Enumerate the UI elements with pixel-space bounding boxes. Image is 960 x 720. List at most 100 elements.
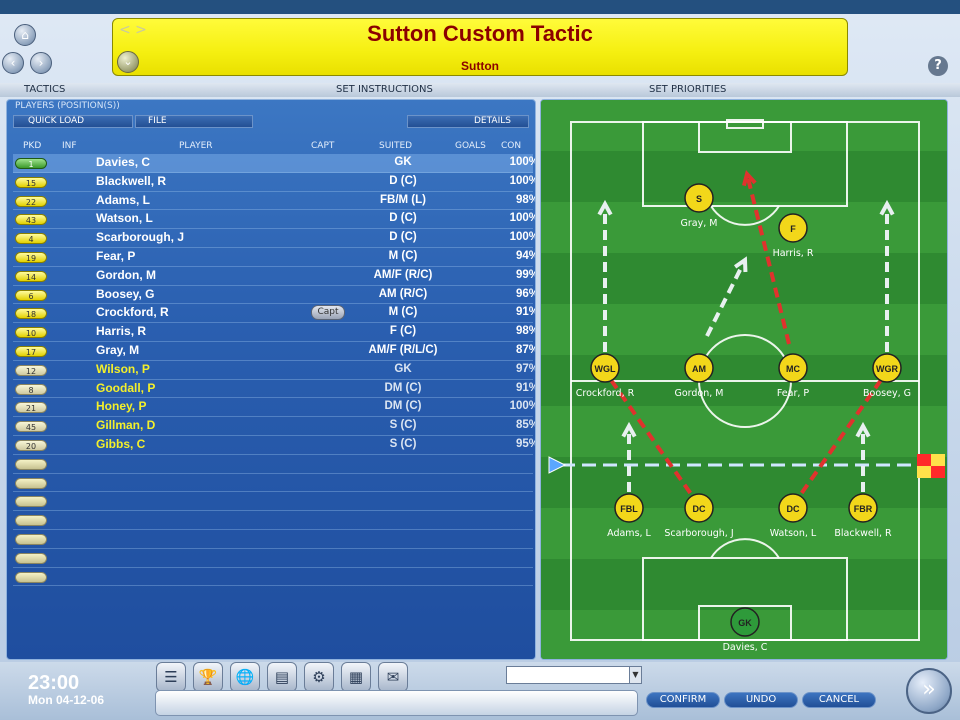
help-icon[interactable]: ? [928, 56, 948, 76]
col-pkd[interactable]: PKD [23, 141, 41, 151]
pkd-badge[interactable]: 20 [15, 439, 47, 451]
pkd-badge[interactable] [15, 496, 47, 508]
table-row[interactable]: 45 Gillman, D S (C) 85% [13, 417, 535, 436]
tactics-icon[interactable]: ▦ [341, 662, 371, 692]
col-con[interactable]: CON [501, 141, 521, 151]
player-condition: 95% [515, 437, 535, 450]
pkd-badge[interactable]: 12 [15, 364, 47, 376]
player-name[interactable]: Boosey, G [96, 287, 154, 301]
chevron-down-icon[interactable]: ▼ [629, 667, 641, 683]
confirm-button[interactable]: CONFIRM [646, 692, 720, 708]
col-suited[interactable]: SUITED [379, 141, 412, 151]
col-capt[interactable]: CAPT [311, 141, 334, 151]
tab-set-instructions[interactable]: SET INSTRUCTIONS [336, 83, 433, 97]
pkd-badge[interactable]: 15 [15, 176, 47, 188]
globe-icon[interactable]: 🌐 [230, 662, 260, 692]
search-dropdown[interactable]: ▼ [506, 666, 642, 684]
table-row[interactable]: 8 Goodall, P DM (C) 91% [13, 380, 535, 399]
forward-icon[interactable]: › [30, 52, 52, 74]
empty-row[interactable] [13, 530, 533, 549]
pkd-badge[interactable]: 14 [15, 270, 47, 282]
tactics-pitch[interactable]: S Gray, M F Harris, R WGL Crockford, R AM Gordo… [540, 99, 948, 660]
pkd-badge[interactable]: 19 [15, 251, 47, 263]
back-icon[interactable]: ‹ [2, 52, 24, 74]
continue-button[interactable]: » [906, 668, 952, 714]
tab-set-priorities[interactable]: SET PRIORITIES [649, 83, 726, 97]
player-name[interactable]: Honey, P [96, 399, 146, 413]
player-name[interactable]: Gibbs, C [96, 437, 145, 451]
empty-row[interactable] [13, 474, 533, 493]
empty-row[interactable] [13, 511, 533, 530]
player-name[interactable]: Scarborough, J [96, 230, 184, 244]
pkd-badge[interactable] [15, 552, 47, 564]
pkd-badge[interactable] [15, 571, 47, 583]
home-icon[interactable]: ⌂ [14, 24, 36, 46]
undo-button[interactable]: UNDO [724, 692, 798, 708]
player-name[interactable]: Blackwell, R [96, 174, 166, 188]
table-row[interactable]: 21 Honey, P DM (C) 100% [13, 398, 535, 418]
empty-row[interactable] [13, 492, 533, 512]
pkd-badge[interactable]: 4 [15, 233, 47, 245]
cancel-button[interactable]: CANCEL [802, 692, 876, 708]
col-player[interactable]: PLAYER [179, 141, 213, 151]
table-row[interactable]: 22 Adams, L FB/M (L) 98% [13, 192, 535, 211]
table-row[interactable]: 17 Gray, M AM/F (R/L/C) 87% [13, 342, 535, 361]
player-name[interactable]: Goodall, P [96, 381, 155, 395]
col-goals[interactable]: GOALS [455, 141, 486, 151]
player-name[interactable]: Watson, L [96, 211, 153, 225]
col-inf[interactable]: INF [62, 141, 77, 151]
pkd-badge[interactable]: 1 [15, 158, 47, 169]
table-row[interactable]: 14 Gordon, M AM/F (R/C) 99% [13, 267, 535, 286]
empty-row[interactable] [13, 455, 533, 474]
document-icon[interactable]: ▤ [267, 662, 297, 692]
pkd-badge[interactable]: 43 [15, 214, 47, 226]
player-name[interactable]: Gordon, M [96, 268, 156, 282]
empty-row[interactable] [13, 568, 533, 587]
player-name[interactable]: Crockford, R [96, 305, 169, 319]
player-name[interactable]: Harris, R [96, 324, 146, 338]
table-row[interactable]: 43 Watson, L D (C) 100% [13, 210, 535, 230]
table-row[interactable]: 15 Blackwell, R D (C) 100% [13, 173, 535, 192]
player-condition: 87% [515, 343, 535, 356]
quick-load-button[interactable]: QUICK LOAD [13, 115, 133, 128]
news-icon[interactable]: ☰ [156, 662, 186, 692]
player-name[interactable]: Wilson, P [96, 362, 150, 376]
details-button[interactable]: DETAILS [407, 115, 529, 128]
pkd-badge[interactable] [15, 458, 47, 470]
table-row[interactable]: 10 Harris, R F (C) 98% [13, 323, 535, 342]
player-condition: 91% [515, 381, 535, 394]
mail-icon[interactable]: ✉ [378, 662, 408, 692]
table-row[interactable]: 12 Wilson, P GK 97% [13, 361, 535, 380]
table-row[interactable]: 6 Boosey, G AM (R/C) 96% [13, 286, 535, 305]
tab-tactics[interactable]: TACTICS [24, 83, 65, 97]
pkd-badge[interactable]: 45 [15, 421, 47, 433]
file-button[interactable]: FILE [135, 115, 253, 128]
pkd-badge[interactable]: 10 [15, 327, 47, 339]
player-name[interactable]: Fear, P [96, 249, 135, 263]
player-name[interactable]: Davies, C [96, 155, 150, 169]
table-row[interactable]: 19 Fear, P M (C) 94% [13, 248, 535, 267]
pkd-badge[interactable]: 8 [15, 383, 47, 395]
pkd-badge[interactable]: 21 [15, 402, 47, 414]
pkd-badge[interactable]: 17 [15, 345, 47, 357]
pitch-stripe [541, 559, 947, 610]
player-name[interactable]: Adams, L [96, 193, 150, 207]
pkd-badge[interactable] [15, 533, 47, 545]
table-row[interactable]: 1 Davies, C GK 100% [13, 154, 535, 173]
trophy-icon[interactable]: 🏆 [193, 662, 223, 692]
table-row[interactable]: 20 Gibbs, C S (C) 95% [13, 436, 535, 455]
pkd-badge[interactable]: 6 [15, 289, 47, 301]
table-row[interactable]: 18 Crockford, R Capt M (C) 91% [13, 304, 535, 324]
player-name[interactable]: Gray, M [96, 343, 139, 357]
player-suited: D (C) [389, 212, 417, 225]
pkd-badge[interactable]: 22 [15, 195, 47, 207]
captain-badge[interactable]: Capt [311, 305, 345, 321]
table-row[interactable]: 4 Scarborough, J D (C) 100% [13, 229, 535, 248]
club-name[interactable]: Sutton [113, 59, 847, 73]
player-name[interactable]: Gillman, D [96, 418, 155, 432]
settings-icon[interactable]: ⚙ [304, 662, 334, 692]
pkd-badge[interactable]: 18 [15, 308, 47, 320]
pkd-badge[interactable] [15, 515, 47, 527]
empty-row[interactable] [13, 549, 533, 568]
pkd-badge[interactable] [15, 477, 47, 489]
